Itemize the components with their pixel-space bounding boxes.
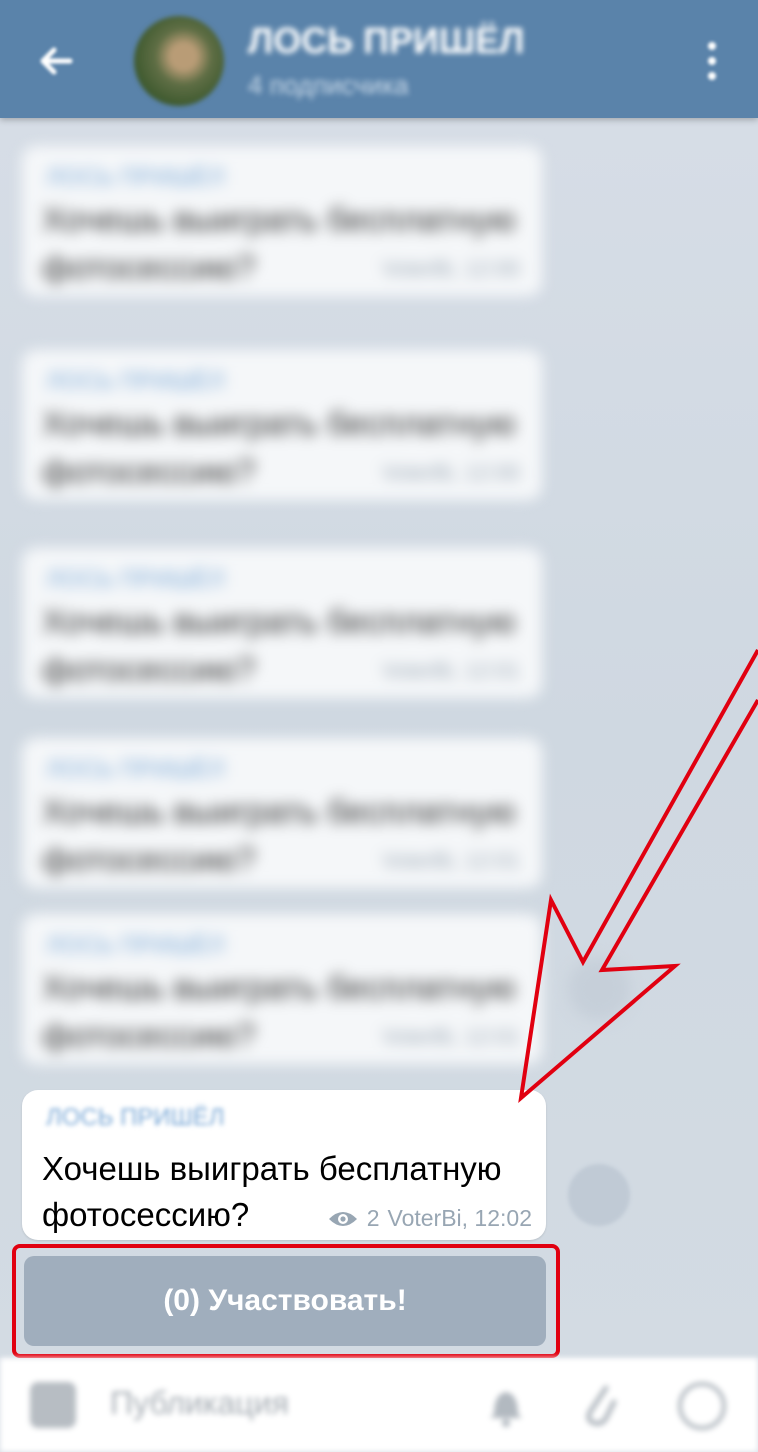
message-author: ЛОСЬ ПРИШЁЛ	[46, 368, 225, 395]
message-author: ЛОСЬ ПРИШЁЛ	[46, 932, 225, 959]
message-meta: 2 VoterBi, 12:02	[327, 1205, 532, 1232]
message-author: ЛОСЬ ПРИШЁЛ	[46, 566, 225, 593]
chat-message[interactable]: ЛОСЬ ПРИШЁЛ Хочешь выиграть бесплатную ф…	[22, 350, 542, 500]
emoji-icon[interactable]	[678, 1382, 726, 1430]
share-icon[interactable]	[568, 958, 630, 1020]
message-author: ЛОСЬ ПРИШЁЛ	[46, 164, 225, 191]
chat-message[interactable]: ЛОСЬ ПРИШЁЛ Хочешь выиграть бесплатную ф…	[22, 738, 542, 888]
chat-message[interactable]: ЛОСЬ ПРИШЁЛ Хочешь выиграть бесплатную ф…	[22, 914, 542, 1064]
message-input[interactable]: Публикация	[110, 1385, 289, 1422]
input-bar: Публикация	[0, 1358, 758, 1452]
channel-title[interactable]: ЛОСЬ ПРИШЁЛ	[248, 20, 524, 62]
channel-avatar[interactable]	[134, 16, 224, 106]
message-meta: VoterBi, 12:01	[381, 1024, 520, 1049]
message-meta: VoterBi, 12:01	[381, 658, 520, 683]
paperclip-icon[interactable]	[580, 1378, 620, 1430]
channel-header: ЛОСЬ ПРИШЁЛ 4 подписчика	[0, 0, 758, 118]
bell-icon[interactable]	[486, 1380, 526, 1428]
chat-message-latest[interactable]: ЛОСЬ ПРИШЁЛ Хочешь выиграть бесплатную ф…	[22, 1090, 546, 1240]
message-meta: VoterBi, 12:01	[381, 848, 520, 873]
eye-icon	[328, 1211, 357, 1226]
view-count: 2	[366, 1205, 380, 1231]
channel-subscriber-count: 4 подписчика	[248, 70, 409, 100]
message-meta: VoterBi, 12:00	[381, 460, 520, 485]
chat-message[interactable]: ЛОСЬ ПРИШЁЛ Хочешь выиграть бесплатную ф…	[22, 548, 542, 698]
chat-area: ЛОСЬ ПРИШЁЛ Хочешь выиграть бесплатную ф…	[0, 118, 758, 1358]
share-icon[interactable]	[568, 1164, 630, 1226]
signature-time: VoterBi, 12:02	[387, 1205, 533, 1231]
message-author: ЛОСЬ ПРИШЁЛ	[46, 756, 225, 783]
message-meta: VoterBi, 12:00	[381, 256, 520, 281]
arrow-left-icon[interactable]	[30, 35, 82, 87]
message-author: ЛОСЬ ПРИШЁЛ	[46, 1104, 225, 1131]
blurred-history: ЛОСЬ ПРИШЁЛ Хочешь выиграть бесплатную ф…	[0, 118, 758, 1076]
chat-message[interactable]: ЛОСЬ ПРИШЁЛ Хочешь выиграть бесплатную ф…	[22, 146, 542, 296]
more-vertical-icon[interactable]	[704, 40, 720, 82]
participate-button[interactable]: (0) Участвовать!	[24, 1256, 546, 1346]
bot-keyboard-icon[interactable]	[30, 1382, 76, 1428]
